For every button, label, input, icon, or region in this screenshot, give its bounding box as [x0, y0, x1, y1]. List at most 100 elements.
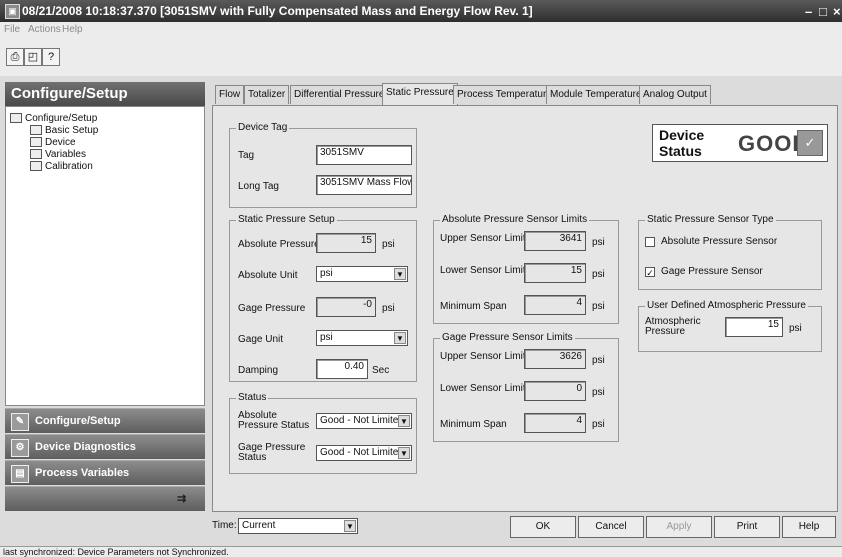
tab-process-temperature[interactable]: Process Temperature: [453, 85, 556, 104]
nav-device-diagnostics[interactable]: ⚙ Device Diagnostics: [5, 434, 205, 459]
absolute-pressure-unit: psi: [382, 239, 395, 250]
nav-process-variables[interactable]: ▤ Process Variables: [5, 460, 205, 485]
absolute-unit-select[interactable]: psi ▼: [316, 266, 408, 282]
gage-upper-limit-label: Upper Sensor Limit: [440, 351, 526, 362]
wrench-icon: ✎: [11, 413, 29, 431]
chevron-down-icon[interactable]: ▼: [394, 332, 406, 344]
gage-unit-select[interactable]: psi ▼: [316, 330, 408, 346]
gage-min-span-value: 4: [524, 413, 586, 433]
static-pressure-setup-title: Static Pressure Setup: [236, 214, 337, 225]
tree-item-device[interactable]: Device: [30, 137, 76, 148]
atmospheric-pressure-unit: psi: [789, 323, 802, 334]
damping-field[interactable]: 0.40: [316, 359, 368, 379]
absolute-unit-label: Absolute Unit: [238, 270, 298, 281]
absolute-sensor-limits-title: Absolute Pressure Sensor Limits: [440, 214, 590, 225]
abs-min-span-label: Minimum Span: [440, 301, 507, 312]
chevron-down-icon[interactable]: ▼: [398, 447, 410, 459]
abs-upper-limit-unit: psi: [592, 237, 605, 248]
tree-item-calibration[interactable]: Calibration: [30, 161, 93, 172]
print-icon[interactable]: ⎙: [6, 48, 24, 66]
nav-configure-setup[interactable]: ✎ Configure/Setup: [5, 408, 205, 433]
gage-sensor-label: Gage Pressure Sensor: [661, 266, 763, 277]
absolute-sensor-label: Absolute Pressure Sensor: [661, 236, 778, 247]
window-title: 08/21/2008 10:18:37.370 [3051SMV with Fu…: [22, 4, 533, 18]
long-tag-field[interactable]: 3051SMV Mass Flow: [316, 175, 412, 195]
abs-lower-limit-unit: psi: [592, 269, 605, 280]
nav-footer: ⇉: [5, 486, 205, 511]
time-select[interactable]: Current ▼: [238, 518, 358, 534]
tab-totalizer[interactable]: Totalizer: [244, 85, 290, 104]
chevron-down-icon[interactable]: ▼: [398, 415, 410, 427]
device-tag-title: Device Tag: [236, 122, 290, 133]
app-icon: ▣: [5, 4, 20, 19]
help-button[interactable]: Help: [782, 516, 836, 538]
tree-item-basic-setup[interactable]: Basic Setup: [30, 125, 98, 136]
close-button[interactable]: ×: [833, 4, 841, 19]
ok-button[interactable]: OK: [510, 516, 576, 538]
print-preview-icon[interactable]: ◰: [24, 48, 42, 66]
wrench-icon: [30, 137, 42, 148]
absolute-pressure-value: 15: [316, 233, 376, 253]
tab-static-pressure[interactable]: Static Pressure: [382, 83, 458, 105]
atmospheric-pressure-title: User Defined Atmospheric Pressure: [645, 300, 808, 311]
gage-upper-limit-value: 3626: [524, 349, 586, 369]
abs-upper-limit-label: Upper Sensor Limit: [440, 233, 526, 244]
absolute-pressure-status-select[interactable]: Good - Not Limited ▼: [316, 413, 412, 429]
tab-differential-pressure[interactable]: Differential Pressure: [290, 85, 389, 104]
sensor-type-group: Static Pressure Sensor Type Absolute Pre…: [638, 214, 822, 290]
abs-min-span-value: 4: [524, 295, 586, 315]
device-status-icon: ✓: [797, 130, 823, 156]
time-label: Time:: [212, 520, 237, 531]
cancel-button[interactable]: Cancel: [578, 516, 644, 538]
gage-pressure-status-select[interactable]: Good - Not Limited ▼: [316, 445, 412, 461]
status-group: Status Absolute Pressure Status Good - N…: [229, 392, 417, 474]
static-pressure-setup-group: Static Pressure Setup Absolute Pressure …: [229, 214, 417, 382]
atmospheric-pressure-field[interactable]: 15: [725, 317, 783, 337]
sensor-type-title: Static Pressure Sensor Type: [645, 214, 776, 225]
device-tag-group: Device Tag Tag 3051SMV Long Tag 3051SMV …: [229, 122, 417, 208]
gage-pressure-label: Gage Pressure: [238, 303, 306, 314]
abs-upper-limit-value: 3641: [524, 231, 586, 251]
tree-item-variables[interactable]: Variables: [30, 149, 86, 160]
tab-analog-output[interactable]: Analog Output: [639, 85, 711, 104]
atmospheric-pressure-label: Atmospheric Pressure: [645, 316, 701, 337]
tab-module-temperature[interactable]: Module Temperature: [546, 85, 646, 104]
chevron-down-icon[interactable]: ▼: [394, 268, 406, 280]
gage-min-span-unit: psi: [592, 419, 605, 430]
menu-actions[interactable]: Actions: [28, 24, 61, 35]
diagnostics-icon: ⚙: [11, 439, 29, 457]
gage-sensor-limits-group: Gage Pressure Sensor Limits Upper Sensor…: [433, 332, 619, 442]
gage-sensor-checkbox[interactable]: ✓: [645, 267, 655, 278]
folder-icon: [10, 113, 22, 124]
gage-min-span-label: Minimum Span: [440, 419, 507, 430]
device-status-badge: Device Status GOOD ✓: [652, 124, 828, 162]
print-button[interactable]: Print: [714, 516, 780, 538]
absolute-sensor-checkbox[interactable]: [645, 237, 655, 247]
tag-label: Tag: [238, 150, 255, 161]
device-status-label: Device Status: [659, 127, 705, 159]
context-help-icon[interactable]: ?: [42, 48, 60, 66]
chevron-down-icon[interactable]: ▼: [344, 520, 356, 532]
gage-upper-limit-unit: psi: [592, 355, 605, 366]
gage-sensor-limits-title: Gage Pressure Sensor Limits: [440, 332, 575, 343]
menu-file[interactable]: File: [4, 24, 20, 35]
long-tag-label: Long Tag: [238, 181, 279, 192]
abs-min-span-unit: psi: [592, 301, 605, 312]
tab-flow[interactable]: Flow: [215, 85, 245, 104]
menu-help[interactable]: Help: [62, 24, 83, 35]
apply-button[interactable]: Apply: [646, 516, 712, 538]
title-bar: ▣ 08/21/2008 10:18:37.370 [3051SMV with …: [0, 0, 842, 22]
absolute-sensor-limits-group: Absolute Pressure Sensor Limits Upper Se…: [433, 214, 619, 324]
atmospheric-pressure-group: User Defined Atmospheric Pressure Atmosp…: [638, 300, 822, 352]
tree-item-configure-setup[interactable]: Configure/Setup: [10, 113, 97, 124]
absolute-pressure-status-label: Absolute Pressure Status: [238, 410, 310, 431]
absolute-pressure-label: Absolute Pressure: [238, 239, 320, 250]
minimize-button[interactable]: –: [805, 4, 812, 19]
status-title: Status: [236, 392, 269, 403]
maximize-button[interactable]: □: [819, 4, 827, 19]
status-bar: last synchronized: Device Parameters not…: [0, 546, 842, 557]
tag-field[interactable]: 3051SMV: [316, 145, 412, 165]
gage-pressure-value: -0: [316, 297, 376, 317]
abs-lower-limit-value: 15: [524, 263, 586, 283]
collapse-icon[interactable]: ⇉: [177, 487, 186, 512]
